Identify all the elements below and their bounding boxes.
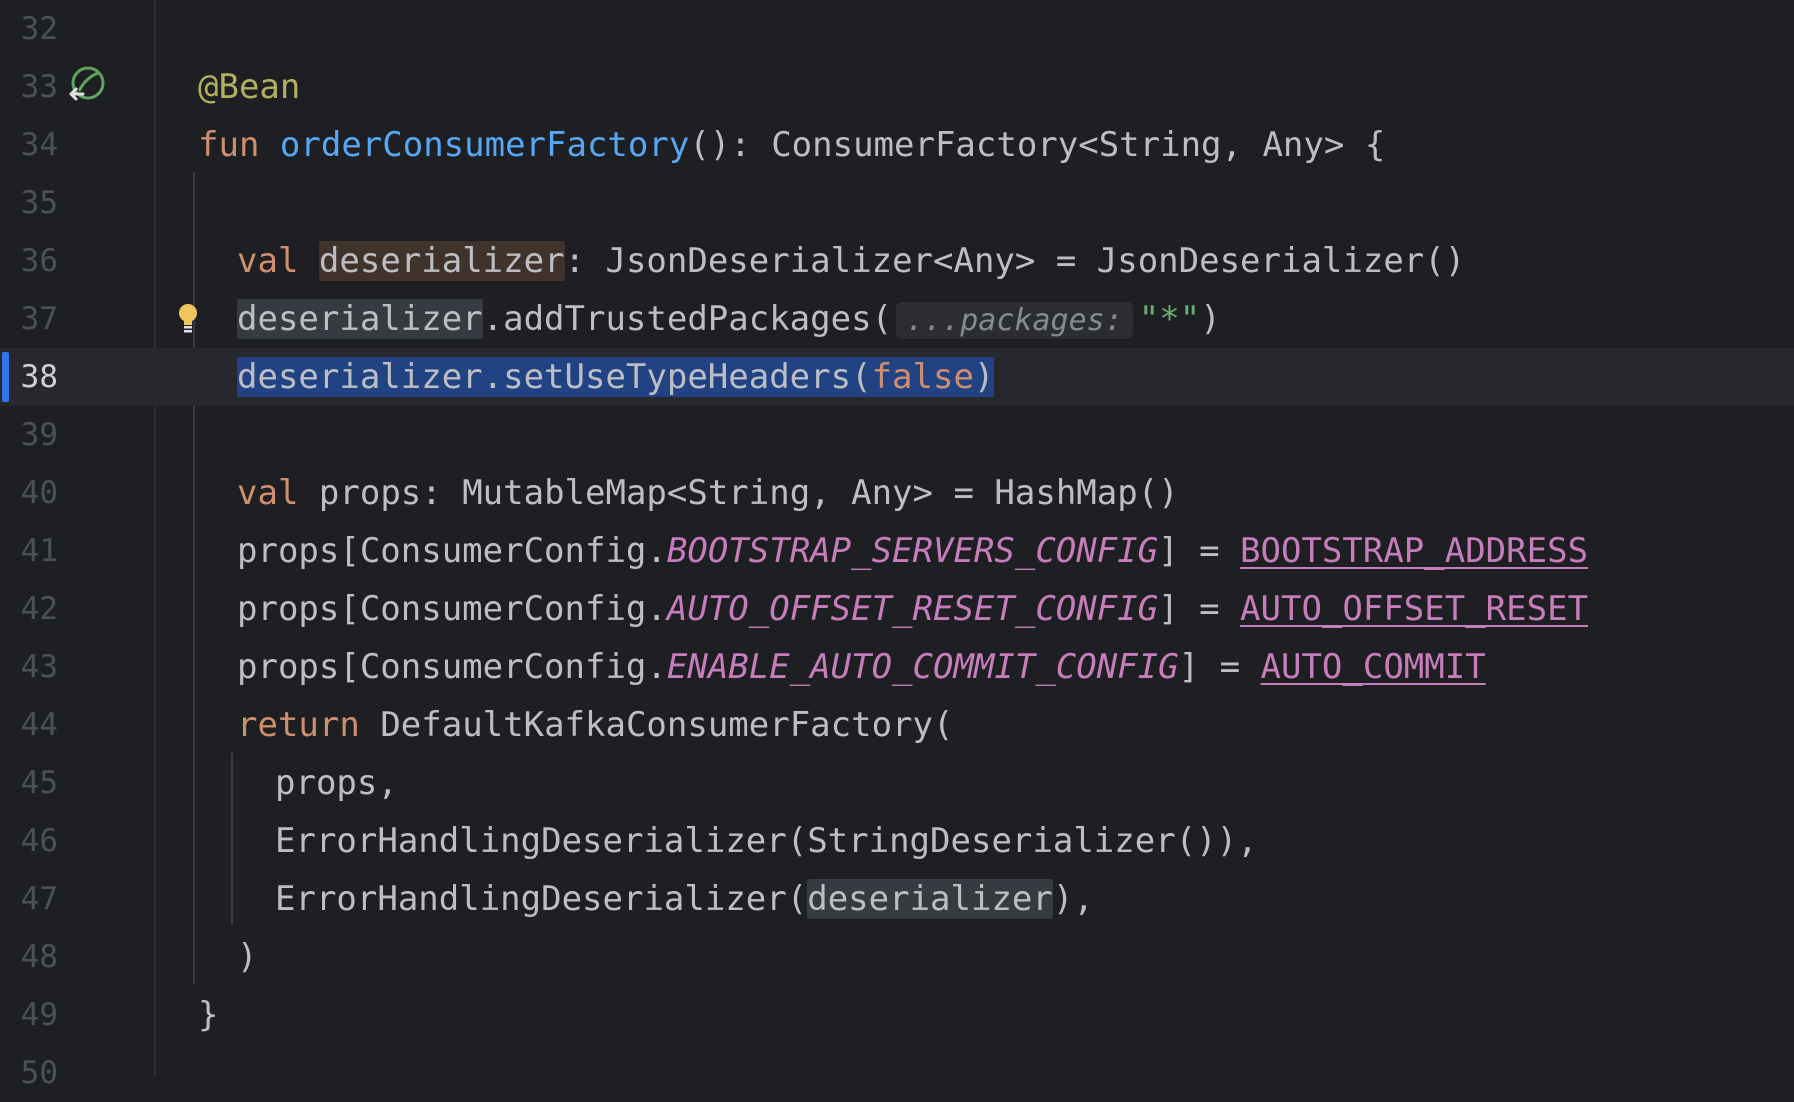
assignment: ] = — [1178, 647, 1261, 687]
keyword-val: val — [237, 473, 299, 513]
code-line[interactable]: 33 @Bean — [0, 58, 1794, 116]
code-line[interactable]: 41 props[ConsumerConfig.BOOTSTRAP_SERVER… — [0, 522, 1794, 580]
closing-paren: ) — [973, 357, 995, 397]
line-number[interactable]: 38 — [0, 358, 58, 396]
props-declaration: props: MutableMap<String, Any> = HashMap… — [318, 473, 1179, 513]
code-text[interactable]: fun orderConsumerFactory(): ConsumerFact… — [198, 124, 1385, 166]
constant-reference[interactable]: BOOTSTRAP_SERVERS_CONFIG — [667, 531, 1158, 571]
assignment: ] = — [1158, 589, 1241, 629]
keyword-return: return — [237, 705, 360, 745]
lightbulb-icon[interactable] — [176, 302, 200, 334]
property-reference[interactable]: AUTO_COMMIT — [1261, 647, 1486, 687]
code-text[interactable]: deserializer.setUseTypeHeaders(false) — [237, 356, 995, 398]
code-text[interactable]: deserializer.addTrustedPackages(...packa… — [237, 298, 1221, 342]
code-line[interactable]: 45 props, — [0, 754, 1794, 812]
props-access: props[ConsumerConfig. — [237, 647, 667, 687]
line-number[interactable]: 47 — [0, 880, 58, 918]
constant-reference[interactable]: ENABLE_AUTO_COMMIT_CONFIG — [667, 647, 1179, 687]
code-line[interactable]: 49 } — [0, 986, 1794, 1044]
line-number[interactable]: 40 — [0, 474, 58, 512]
line-number[interactable]: 37 — [0, 300, 58, 338]
string-literal: "*" — [1138, 299, 1201, 339]
code-line[interactable]: 50 — [0, 1044, 1794, 1102]
code-text[interactable]: props[ConsumerConfig.ENABLE_AUTO_COMMIT_… — [237, 646, 1486, 688]
line-number[interactable]: 36 — [0, 242, 58, 280]
line-number[interactable]: 50 — [0, 1054, 58, 1092]
parameter-hint: ...packages: — [896, 302, 1133, 339]
code-text[interactable]: ErrorHandlingDeserializer(StringDeserial… — [275, 820, 1258, 862]
line-number[interactable]: 33 — [0, 68, 58, 106]
code-text[interactable]: val deserializer: JsonDeserializer<Any> … — [237, 240, 1465, 282]
function-name[interactable]: orderConsumerFactory — [280, 125, 689, 165]
assignment: ] = — [1158, 531, 1241, 571]
code-line[interactable]: 36 val deserializer: JsonDeserializer<An… — [0, 232, 1794, 290]
method-call: .addTrustedPackages( — [482, 299, 893, 339]
code-line[interactable]: 44 return DefaultKafkaConsumerFactory( — [0, 696, 1794, 754]
line-number[interactable]: 41 — [0, 532, 58, 570]
code-text[interactable]: props, — [275, 762, 398, 804]
code-text[interactable]: ) — [237, 936, 257, 978]
code-line[interactable]: 42 props[ConsumerConfig.AUTO_OFFSET_RESE… — [0, 580, 1794, 638]
line-number[interactable]: 49 — [0, 996, 58, 1034]
keyword-fun: fun — [198, 125, 260, 165]
code-text[interactable]: } — [198, 994, 218, 1036]
line-number[interactable]: 46 — [0, 822, 58, 860]
code-line[interactable]: 39 — [0, 406, 1794, 464]
line-number[interactable]: 45 — [0, 764, 58, 802]
line-number[interactable]: 34 — [0, 126, 58, 164]
closing-paren: ) — [1200, 299, 1221, 339]
code-line[interactable]: 46 ErrorHandlingDeserializer(StringDeser… — [0, 812, 1794, 870]
code-text[interactable]: @Bean — [198, 66, 300, 108]
line-number[interactable]: 35 — [0, 184, 58, 222]
line-number[interactable]: 43 — [0, 648, 58, 686]
code-text[interactable]: props[ConsumerConfig.BOOTSTRAP_SERVERS_C… — [237, 530, 1588, 572]
identifier-deserializer-declaration[interactable]: deserializer — [318, 241, 565, 281]
code-line[interactable]: 48 ) — [0, 928, 1794, 986]
keyword-false: false — [871, 357, 974, 397]
code-line[interactable]: 43 props[ConsumerConfig.ENABLE_AUTO_COMM… — [0, 638, 1794, 696]
identifier-deserializer-usage[interactable]: deserializer — [237, 299, 483, 339]
code-text[interactable]: val props: MutableMap<String, Any> = Has… — [237, 472, 1179, 514]
keyword-val: val — [237, 241, 299, 281]
line-number[interactable]: 39 — [0, 416, 58, 454]
line-number[interactable]: 32 — [0, 10, 58, 48]
property-reference[interactable]: BOOTSTRAP_ADDRESS — [1240, 531, 1588, 571]
constructor-call: ErrorHandlingDeserializer( — [275, 879, 808, 919]
code-line[interactable]: 47 ErrorHandlingDeserializer(deserialize… — [0, 870, 1794, 928]
line-number[interactable]: 48 — [0, 938, 58, 976]
code-text[interactable]: props[ConsumerConfig.AUTO_OFFSET_RESET_C… — [237, 588, 1588, 630]
spring-bean-navigate-icon[interactable] — [67, 64, 107, 104]
property-reference[interactable]: AUTO_OFFSET_RESET — [1240, 589, 1588, 629]
text-selection[interactable]: deserializer.setUseTypeHeaders(false) — [237, 357, 995, 397]
constant-reference[interactable]: AUTO_OFFSET_RESET_CONFIG — [667, 589, 1158, 629]
line-number[interactable]: 44 — [0, 706, 58, 744]
code-line[interactable]: 35 — [0, 174, 1794, 232]
annotation-bean: @Bean — [198, 67, 301, 107]
selected-code: deserializer.setUseTypeHeaders( — [237, 357, 872, 397]
code-text[interactable]: return DefaultKafkaConsumerFactory( — [237, 704, 953, 746]
code-text[interactable]: ErrorHandlingDeserializer(deserializer), — [275, 878, 1094, 920]
code-editor[interactable]: 32 33 @Bean 34 fun orderConsumerFactory(… — [0, 0, 1794, 1091]
props-access: props[ConsumerConfig. — [237, 589, 667, 629]
code-line[interactable]: 40 val props: MutableMap<String, Any> = … — [0, 464, 1794, 522]
declaration-rest: : JsonDeserializer<Any> = JsonDeserializ… — [564, 241, 1466, 281]
code-line[interactable]: 37 deserializer.addTrustedPackages(...pa… — [0, 290, 1794, 348]
function-signature: (): ConsumerFactory<String, Any> { — [689, 125, 1386, 165]
return-expression: DefaultKafkaConsumerFactory( — [380, 705, 954, 745]
closing-paren: ), — [1052, 879, 1094, 919]
props-access: props[ConsumerConfig. — [237, 531, 667, 571]
code-line[interactable]: 32 — [0, 0, 1794, 58]
code-line-current[interactable]: 38 deserializer.setUseTypeHeaders(false) — [0, 348, 1794, 406]
identifier-deserializer-usage[interactable]: deserializer — [807, 879, 1053, 919]
line-number[interactable]: 42 — [0, 590, 58, 628]
code-line[interactable]: 34 fun orderConsumerFactory(): ConsumerF… — [0, 116, 1794, 174]
